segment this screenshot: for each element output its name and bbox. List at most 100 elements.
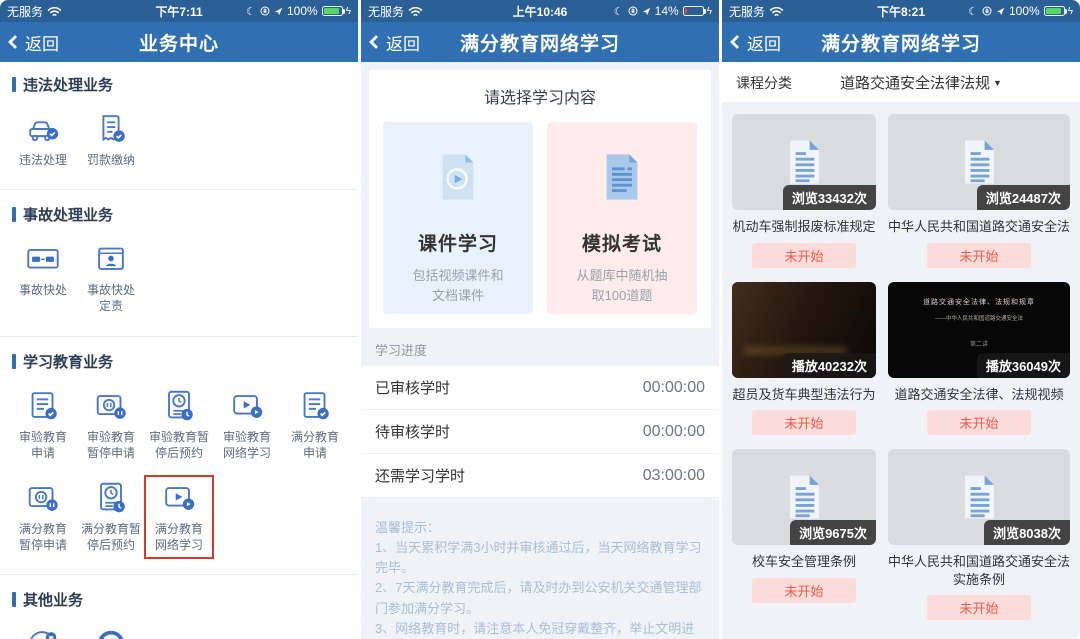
back-button[interactable]: 返回 xyxy=(732,30,781,55)
business-section: 违法处理业务违法处理罚款缴纳 xyxy=(0,62,358,187)
dnd-moon-icon: ☾ xyxy=(614,5,624,18)
video-thumbnail[interactable]: 道路交通安全法律、法规和规章——中华人民共和国道路交通安全法第二讲播放36049… xyxy=(888,282,1070,378)
option-desc: 包括视频课件和文档课件 xyxy=(383,266,533,305)
business-item-label: 满分教育 网络学习 xyxy=(155,521,203,553)
study-option-card[interactable]: 模拟考试从题库中随机抽取100道题 xyxy=(547,122,697,314)
business-item-label: 违法处理 xyxy=(19,152,67,168)
document-thumbnail[interactable]: 浏览33432次 xyxy=(732,114,876,210)
category-dropdown[interactable]: 道路交通安全法律法规 ▼ xyxy=(840,72,1002,93)
business-item[interactable]: 事故快处 xyxy=(9,237,77,319)
chevron-left-icon xyxy=(730,35,744,49)
business-item-label: 满分教育 申请 xyxy=(291,429,339,461)
business-item[interactable]: 满分教育 网络学习 xyxy=(145,476,213,558)
business-item-label: 满分教育暂 停后预约 xyxy=(81,521,141,553)
study-option-card[interactable]: 课件学习包括视频课件和文档课件 xyxy=(383,122,533,314)
doc-badge-icon xyxy=(24,387,62,425)
document-icon xyxy=(774,467,834,527)
course-title: 超员及货车典型违法行为 xyxy=(732,386,876,404)
wifi-icon xyxy=(408,6,423,17)
business-item[interactable]: 满分教育 暂停申请 xyxy=(9,476,77,558)
back-label: 返回 xyxy=(25,30,59,55)
document-icon xyxy=(949,132,1009,192)
status-badge: 未开始 xyxy=(752,243,855,268)
filter-label: 课程分类 xyxy=(736,73,792,93)
progress-row-label: 还需学习学时 xyxy=(375,465,465,486)
progress-row-value: 00:00:00 xyxy=(643,379,705,397)
back-button[interactable]: 返回 xyxy=(10,30,59,55)
business-item[interactable]: 一键挪车 xyxy=(9,622,77,639)
course-card[interactable]: 播放40232次超员及货车典型违法行为未开始 xyxy=(732,282,876,436)
battery-icon xyxy=(1044,6,1065,16)
course-card[interactable]: 浏览24487次中华人民共和国道路交通安全法未开始 xyxy=(888,114,1070,268)
view-count-badge: 浏览33432次 xyxy=(783,185,876,210)
document-thumbnail[interactable]: 浏览8038次 xyxy=(888,449,1070,545)
location-arrow-icon xyxy=(274,7,283,16)
business-item-label: 罚款缴纳 xyxy=(87,152,135,168)
courseware-icon xyxy=(383,148,533,211)
back-label: 返回 xyxy=(747,30,781,55)
accident-quick-icon xyxy=(24,240,62,278)
business-item[interactable]: 出行导航 xyxy=(77,622,145,639)
business-item[interactable]: 满分教育暂 停后预约 xyxy=(77,476,145,558)
business-item[interactable]: 审验教育 申请 xyxy=(9,384,77,466)
screen-study-content: 无服务 上午10:46 ☾ 14% ϟ 返回 满分教育网络学习 请选择学习内容 xyxy=(361,0,719,639)
business-item-label: 审验教育暂 停后预约 xyxy=(149,429,209,461)
option-desc: 从题库中随机抽取100道题 xyxy=(547,266,697,305)
tips-block: 温馨提示： 1、当天累积学满3小时并审核通过后，当天网络教育学习完毕。2、7天满… xyxy=(361,498,719,639)
tips-title: 温馨提示： xyxy=(375,518,705,538)
progress-row: 待审核学时00:00:00 xyxy=(361,410,719,454)
section-title: 事故处理业务 xyxy=(12,204,346,225)
course-card[interactable]: 浏览9675次校车安全管理条例未开始 xyxy=(732,449,876,620)
screen-business-center: 无服务 下午7:11 ☾ 100% ϟ 返回 业务中心 违法处理业务违法处理罚款… xyxy=(0,0,358,639)
view-count-badge: 浏览9675次 xyxy=(790,520,876,545)
orientation-lock-icon xyxy=(628,6,638,16)
business-row: 审验教育 申请审验教育 暂停申请审验教育暂 停后预约审验教育 网络学习满分教育 … xyxy=(0,384,358,466)
progress-row-value: 03:00:00 xyxy=(643,467,705,485)
screen-course-list: 无服务 下午8:21 ☾ 100% ϟ 返回 满分教育网络学习 课程分类 xyxy=(722,0,1080,639)
receipt-badge-icon xyxy=(92,110,130,148)
pause-card-icon xyxy=(24,479,62,517)
view-count-badge: 浏览8038次 xyxy=(984,520,1070,545)
pause-card-icon xyxy=(92,387,130,425)
business-item[interactable]: 满分教育 申请 xyxy=(281,384,349,466)
business-item[interactable]: 违法处理 xyxy=(9,107,77,173)
document-thumbnail[interactable]: 浏览24487次 xyxy=(888,114,1070,210)
status-badge: 未开始 xyxy=(752,410,855,435)
business-sections: 违法处理业务违法处理罚款缴纳事故处理业务事故快处事故快处 定责学习教育业务审验教… xyxy=(0,62,358,639)
business-item[interactable]: 事故快处 定责 xyxy=(77,237,145,319)
clock-label: 下午7:11 xyxy=(155,3,202,20)
clock-card-icon xyxy=(160,387,198,425)
course-title: 校车安全管理条例 xyxy=(732,553,876,571)
tip-line: 1、当天累积学满3小时并审核通过后，当天网络教育学习完毕。 xyxy=(375,538,705,578)
business-item[interactable]: 审验教育暂 停后预约 xyxy=(145,384,213,466)
video-card-icon xyxy=(228,387,266,425)
course-filter-bar: 课程分类 道路交通安全法律法规 ▼ xyxy=(722,62,1080,102)
progress-row: 还需学习学时 03:00:00 xyxy=(361,454,719,498)
course-title: 机动车强制报废标准规定 xyxy=(732,218,876,236)
tip-line: 2、7天满分教育完成后，请及时办到公安机关交通管理部门参加满分学习。 xyxy=(375,578,705,618)
back-button[interactable]: 返回 xyxy=(371,30,420,55)
business-item[interactable]: 罚款缴纳 xyxy=(77,107,145,173)
thumbnail-text: ——中华人民共和国道路交通安全法 xyxy=(935,314,1023,322)
move-car-icon xyxy=(24,625,62,639)
business-item[interactable]: 审验教育 网络学习 xyxy=(213,384,281,466)
course-card[interactable]: 浏览33432次机动车强制报废标准规定未开始 xyxy=(732,114,876,268)
battery-percent-label: 100% xyxy=(1009,4,1040,18)
business-item[interactable]: 审验教育 暂停申请 xyxy=(77,384,145,466)
carrier-label: 无服务 xyxy=(729,3,765,20)
course-title: 中华人民共和国道路交通安全法 xyxy=(888,218,1070,236)
video-thumbnail[interactable]: 播放40232次 xyxy=(732,282,876,378)
document-icon xyxy=(949,467,1009,527)
thumbnail-text: 第二讲 xyxy=(970,339,988,348)
course-card[interactable]: 浏览8038次中华人民共和国道路交通安全法 实施条例未开始 xyxy=(888,449,1070,620)
location-arrow-icon xyxy=(996,7,1005,16)
course-card[interactable]: 道路交通安全法律、法规和规章——中华人民共和国道路交通安全法第二讲播放36049… xyxy=(888,282,1070,436)
carrier-label: 无服务 xyxy=(7,3,43,20)
business-item-label: 审验教育 申请 xyxy=(19,429,67,461)
document-thumbnail[interactable]: 浏览9675次 xyxy=(732,449,876,545)
status-badge: 未开始 xyxy=(927,243,1030,268)
business-item-label: 审验教育 暂停申请 xyxy=(87,429,135,461)
charging-bolt-icon: ϟ xyxy=(346,6,351,17)
wifi-icon xyxy=(47,6,62,17)
accident-duty-icon xyxy=(92,240,130,278)
